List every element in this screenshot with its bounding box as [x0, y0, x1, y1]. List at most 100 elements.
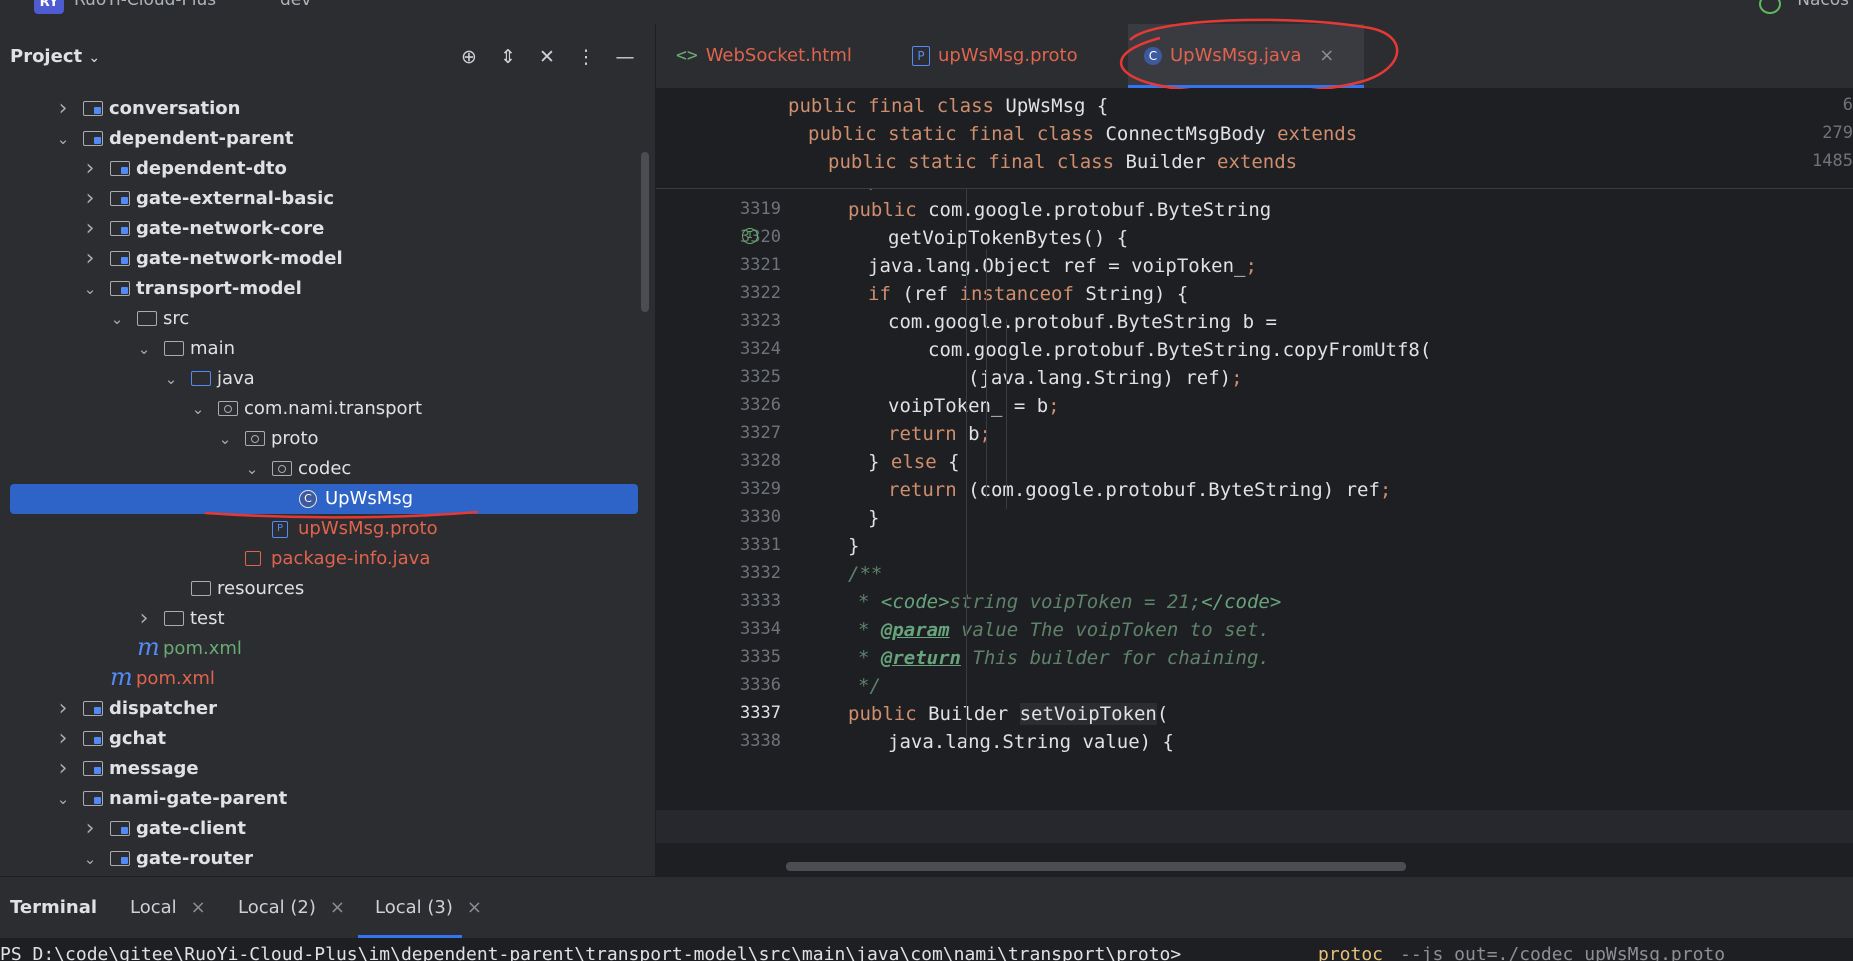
code-line[interactable]: (java.lang.String) ref); — [968, 367, 1243, 389]
chevron-right-icon[interactable]: › — [56, 724, 70, 754]
chevron-right-icon[interactable]: › — [83, 214, 97, 244]
nacos-widget[interactable]: Nacos — [1797, 0, 1849, 10]
code-line[interactable]: com.google.protobuf.ByteString b = — [888, 311, 1277, 333]
tree-item[interactable]: PupWsMsg.proto — [0, 514, 640, 544]
code-line[interactable]: */ — [858, 675, 881, 697]
project-scrollbar[interactable] — [641, 152, 649, 312]
terminal-output[interactable]: PS D:\code\gitee\RuoYi-Cloud-Plus\im\dep… — [0, 938, 1853, 961]
tab-upwsmsg-proto[interactable]: PupWsMsg.proto — [912, 24, 1078, 88]
code-line[interactable]: return b; — [888, 423, 991, 445]
close-icon[interactable]: × — [191, 897, 206, 918]
tree-item[interactable]: ⌄ main — [0, 334, 640, 364]
chevron-down-icon[interactable]: ⌄ — [245, 454, 259, 484]
tree-item[interactable]: ⌄ proto — [0, 424, 640, 454]
code-line[interactable]: com.google.protobuf.ByteString.copyFromU… — [928, 339, 1431, 361]
code-line[interactable]: java.lang.Object ref = voipToken_; — [868, 255, 1257, 277]
code-line[interactable]: * @return This builder for chaining. — [858, 647, 1270, 669]
code-line[interactable]: } else { — [868, 451, 960, 473]
code-line[interactable]: if (ref instanceof String) { — [868, 283, 1188, 305]
code-line[interactable]: voipToken_ = b; — [888, 395, 1060, 417]
chevron-down-icon[interactable]: ⌄ — [56, 124, 70, 154]
horizontal-scrollbar[interactable] — [786, 862, 1406, 871]
project-badge[interactable]: RY — [34, 0, 64, 14]
tree-item[interactable]: ⌄ gate-router — [0, 844, 640, 874]
tree-item[interactable]: C UpWsMsg — [10, 484, 638, 514]
tree-item[interactable]: › gate-network-model — [0, 244, 640, 274]
chevron-down-icon[interactable]: ⌄ — [137, 334, 151, 364]
tree-item[interactable]: m pom.xml — [0, 633, 640, 664]
tree-item[interactable]: ⌄ com.nami.transport — [0, 394, 640, 424]
code-line[interactable]: return (com.google.protobuf.ByteString) … — [888, 479, 1391, 501]
terminal-tab-local-2[interactable]: Local (2) × — [238, 897, 345, 918]
tab-upwsmsg-java[interactable]: C UpWsMsg.java × — [1128, 24, 1364, 88]
tree-item[interactable]: ⌄ dependent-parent — [0, 124, 640, 154]
chevron-right-icon[interactable]: › — [56, 694, 70, 724]
class-icon: C — [1144, 47, 1162, 65]
hide-icon[interactable]: — — [614, 46, 636, 68]
locate-icon[interactable]: ⊕ — [458, 46, 480, 68]
chevron-right-icon[interactable]: › — [83, 814, 97, 844]
chevron-right-icon[interactable]: › — [56, 754, 70, 784]
chevron-right-icon[interactable]: › — [137, 604, 151, 634]
chevron-right-icon[interactable]: › — [83, 244, 97, 274]
code-editor[interactable]: 3318331933203321332233233324332533263327… — [656, 89, 1853, 876]
tree-item[interactable]: ⌄ java — [0, 364, 640, 394]
chevron-down-icon[interactable]: ⌄ — [218, 424, 232, 454]
code-line[interactable]: * <code>string voipToken = 21;</code> — [858, 591, 1281, 613]
tree-item[interactable]: › test — [0, 604, 640, 634]
code-line[interactable]: java.lang.String value) { — [888, 731, 1174, 753]
tree-item[interactable]: › message — [0, 754, 640, 784]
close-tab-icon[interactable]: × — [1319, 45, 1334, 66]
code-line[interactable]: * @param value The voipToken to set. — [858, 619, 1270, 641]
code-line[interactable]: } — [868, 507, 879, 529]
chevron-down-icon[interactable]: ⌄ — [83, 844, 97, 874]
sticky-code-line[interactable]: public static final class ConnectMsgBody… — [808, 123, 1357, 145]
code-line[interactable]: getVoipTokenBytes() { — [888, 227, 1128, 249]
more-icon[interactable]: ⋮ — [575, 46, 597, 68]
chevron-down-icon[interactable]: ⌄ — [191, 394, 205, 424]
vcs-branch[interactable]: dev — [280, 0, 311, 10]
code-line[interactable]: } — [848, 535, 859, 557]
chevron-right-icon[interactable]: › — [83, 154, 97, 184]
tree-item[interactable]: ⌄ codec — [0, 454, 640, 484]
implements-marker-icon[interactable]: I — [742, 228, 758, 244]
collapse-all-icon[interactable]: ✕ — [536, 46, 558, 68]
sticky-lines[interactable]: 6 public final class UpWsMsg {279 public s… — [656, 89, 1853, 189]
tree-item[interactable]: resources — [0, 574, 640, 604]
tree-item[interactable]: › dispatcher — [0, 694, 640, 724]
chevron-down-icon[interactable]: ⌄ — [56, 784, 70, 814]
sticky-code-line[interactable]: public static final class Builder extend… — [828, 151, 1297, 173]
terminal-tab-local[interactable]: Local × — [130, 897, 206, 918]
code-area[interactable]: */ public com.google.protobuf.ByteString g… — [781, 89, 1853, 876]
tree-item[interactable]: ⌄ nami-gate-parent — [0, 784, 640, 814]
tree-item[interactable]: package-info.java — [0, 544, 640, 574]
tree-item[interactable]: ⌄ src — [0, 304, 640, 334]
chevron-right-icon[interactable]: › — [83, 184, 97, 214]
tree-item[interactable]: ⌄ transport-model — [0, 274, 640, 304]
project-view-selector[interactable]: Project ⌄ — [10, 46, 100, 67]
tree-item[interactable]: m pom.xml — [0, 663, 640, 694]
chevron-down-icon[interactable]: ⌄ — [164, 364, 178, 394]
tree-item[interactable]: › gchat — [0, 724, 640, 754]
terminal-tab-local-3[interactable]: Local (3) × — [375, 897, 482, 918]
sticky-code-line[interactable]: public final class UpWsMsg { — [788, 95, 1108, 117]
project-name[interactable]: RuoYi-Cloud-Plus — [74, 0, 216, 10]
chevron-down-icon[interactable]: ⌄ — [110, 304, 124, 334]
code-line[interactable]: public Builder setVoipToken( — [848, 703, 1168, 725]
tree-item[interactable]: › gate-external-basic — [0, 184, 640, 214]
close-icon[interactable]: × — [330, 897, 345, 918]
close-icon[interactable]: × — [467, 897, 482, 918]
code-line[interactable]: public com.google.protobuf.ByteString — [848, 199, 1271, 221]
module-folder-icon — [83, 791, 103, 806]
tree-item[interactable]: › gate-network-core — [0, 214, 640, 244]
expand-all-icon[interactable]: ⇕ — [497, 46, 519, 68]
tree-item[interactable]: › dependent-dto — [0, 154, 640, 184]
nacos-icon[interactable] — [1759, 0, 1781, 14]
chevron-right-icon[interactable]: › — [56, 94, 70, 124]
tree-item[interactable]: › conversation — [0, 94, 640, 124]
line-number: 6 — [1842, 95, 1853, 115]
tree-item[interactable]: › gate-client — [0, 814, 640, 844]
code-line[interactable]: /** — [848, 563, 882, 585]
tab-websocket-html[interactable]: <> WebSocket.html — [676, 24, 852, 88]
chevron-down-icon[interactable]: ⌄ — [83, 274, 97, 304]
